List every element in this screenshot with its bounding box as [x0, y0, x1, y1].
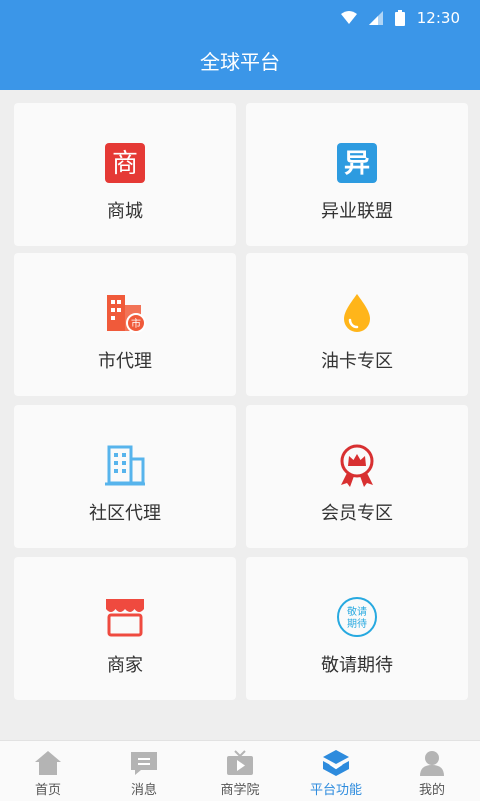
message-icon — [131, 752, 157, 775]
shop-char-icon: 商 — [105, 143, 145, 183]
grid-item-label: 社区代理 — [89, 503, 161, 524]
page-title: 全球平台 — [200, 50, 280, 74]
tab-platform-functions[interactable]: 平台功能 — [288, 741, 384, 801]
grid-item-label: 油卡专区 — [321, 351, 393, 372]
header: 12:30 全球平台 — [0, 0, 480, 90]
tab-mine[interactable]: 我的 — [384, 741, 480, 801]
oil-drop-icon — [344, 294, 370, 332]
coming-soon-icon: 敬请 期待 — [337, 597, 377, 637]
grid-item-merchant[interactable]: 商家 — [14, 557, 236, 700]
grid-item-fuel-card[interactable]: 油卡专区 — [246, 253, 468, 396]
grid-item-city-agent[interactable]: 市 市代理 — [14, 253, 236, 396]
tab-label: 消息 — [130, 783, 157, 798]
grid-item-label: 市代理 — [98, 351, 152, 372]
home-icon — [35, 751, 61, 775]
grid-item-label: 商城 — [107, 201, 143, 222]
svg-text:商: 商 — [112, 149, 138, 179]
tab-messages[interactable]: 消息 — [96, 741, 192, 801]
grid-item-label: 商家 — [107, 655, 143, 676]
video-icon — [227, 750, 253, 775]
building-icon — [105, 445, 145, 486]
crown-badge-icon — [340, 444, 374, 487]
grid-item-mall[interactable]: 商 商城 — [14, 103, 236, 246]
grid-item-community-agent[interactable]: 社区代理 — [14, 405, 236, 548]
svg-text:市: 市 — [131, 317, 141, 330]
tab-label: 首页 — [34, 783, 61, 798]
alliance-icon: 异 — [337, 143, 377, 183]
grid-item-label: 异业联盟 — [321, 201, 393, 222]
tab-label: 平台功能 — [309, 783, 362, 798]
tab-home[interactable]: 首页 — [0, 741, 96, 801]
store-awning-icon — [106, 599, 144, 637]
bottom-tab-bar: 首页 消息 商学院 平台功能 我的 — [0, 740, 480, 801]
coming-soon-icon-line2: 期待 — [347, 617, 367, 630]
tab-label: 我的 — [418, 783, 445, 798]
tab-business-school[interactable]: 商学院 — [192, 741, 288, 801]
status-bar: 12:30 — [0, 0, 480, 36]
grid-item-label: 敬请期待 — [321, 655, 393, 676]
signal-icon — [368, 11, 383, 25]
grid-item-label: 会员专区 — [321, 503, 393, 524]
svg-text:异: 异 — [344, 149, 370, 179]
wifi-icon — [340, 11, 357, 24]
grid-item-coming-soon[interactable]: 敬请 期待 敬请期待 — [246, 557, 468, 700]
grid-item-cross-industry-alliance[interactable]: 异 异业联盟 — [246, 103, 468, 246]
status-time: 12:30 — [416, 9, 460, 27]
grid-item-member-zone[interactable]: 会员专区 — [246, 405, 468, 548]
user-icon — [420, 751, 444, 776]
city-building-icon: 市 — [107, 295, 146, 333]
coming-soon-icon-line1: 敬请 — [347, 605, 367, 618]
battery-icon — [394, 10, 405, 26]
platform-icon — [323, 750, 349, 776]
tab-label: 商学院 — [220, 783, 260, 798]
